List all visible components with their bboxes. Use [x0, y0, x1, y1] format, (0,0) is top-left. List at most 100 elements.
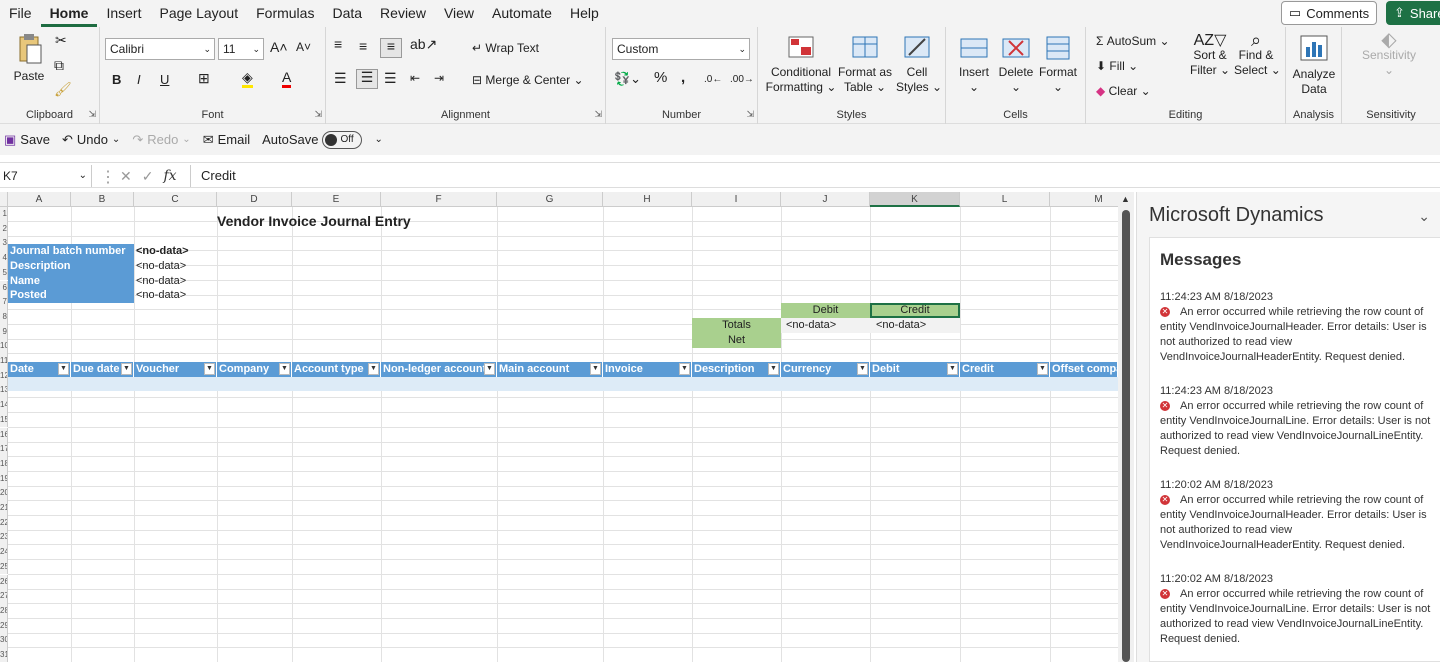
name-box[interactable]: K7 ⌄ — [0, 165, 92, 187]
align-center-icon[interactable]: ☰ — [356, 69, 378, 89]
row-header[interactable]: 30 — [0, 633, 8, 648]
table-row[interactable] — [8, 377, 1118, 391]
filter-dropdown-icon[interactable]: ▼ — [590, 363, 601, 375]
field-value[interactable]: <no-data> — [136, 244, 189, 258]
row-header[interactable]: 27 — [0, 589, 8, 604]
align-left-icon[interactable]: ☰ — [334, 71, 347, 86]
row-header[interactable]: 21 — [0, 501, 8, 516]
comma-style-icon[interactable]: , — [681, 70, 685, 85]
table-header[interactable]: Voucher ▼ — [134, 362, 217, 377]
table-header[interactable]: Main account ▼ — [497, 362, 603, 377]
format-painter-icon[interactable]: 🖌 — [54, 82, 72, 97]
table-header[interactable]: Company ▼ — [217, 362, 292, 377]
column-header[interactable]: D — [217, 192, 292, 207]
align-top-icon[interactable]: ≡ — [334, 37, 342, 52]
field-value[interactable]: <no-data> — [136, 274, 186, 288]
format-cells-button[interactable]: Format ⌄ — [1038, 35, 1078, 95]
row-header[interactable]: 2 — [0, 221, 8, 237]
vertical-scrollbar[interactable]: ▲ — [1118, 192, 1134, 662]
filter-dropdown-icon[interactable]: ▼ — [1037, 363, 1048, 375]
debit-header[interactable]: Debit — [781, 303, 870, 318]
filter-dropdown-icon[interactable]: ▼ — [947, 363, 958, 375]
menu-formulas[interactable]: Formulas — [247, 0, 323, 27]
menu-file[interactable]: File — [0, 0, 41, 27]
row-header[interactable]: 3 — [0, 236, 8, 252]
field-value[interactable]: <no-data> — [136, 288, 186, 302]
filter-dropdown-icon[interactable]: ▼ — [279, 363, 290, 375]
percent-icon[interactable]: % — [654, 70, 667, 85]
font-size-select[interactable]: 11 ⌄ — [218, 38, 264, 60]
cut-icon[interactable]: ✂ — [55, 33, 67, 48]
sheet-title[interactable]: Vendor Invoice Journal Entry — [217, 213, 411, 229]
net-label[interactable]: Net — [692, 333, 781, 348]
spreadsheet-grid[interactable]: A B C D E F G H I J K L M 12345678910111… — [0, 192, 1118, 662]
filter-dropdown-icon[interactable]: ▼ — [368, 363, 379, 375]
row-header[interactable]: 8 — [0, 309, 8, 325]
row-header[interactable]: 29 — [0, 618, 8, 634]
column-header[interactable]: J — [781, 192, 870, 207]
fill-button[interactable]: ⬇ Fill ⌄ — [1096, 59, 1138, 74]
launcher-icon[interactable]: ⇲ — [88, 109, 96, 120]
table-header[interactable]: Non-ledger account ▼ — [381, 362, 497, 377]
row-header[interactable]: 5 — [0, 265, 8, 281]
clear-button[interactable]: ◆ Clear ⌄ — [1096, 84, 1151, 99]
font-family-select[interactable]: Calibri ⌄ — [105, 38, 215, 60]
function-icon[interactable]: fx — [163, 168, 176, 184]
totals-label[interactable]: Totals — [692, 318, 781, 333]
column-header[interactable]: M — [1050, 192, 1118, 207]
align-bottom-icon[interactable]: ≡ — [380, 38, 402, 58]
menu-automate[interactable]: Automate — [483, 0, 561, 27]
row-header[interactable]: 18 — [0, 456, 8, 472]
row-header[interactable]: 17 — [0, 442, 8, 457]
field-label[interactable]: Name — [8, 274, 134, 288]
row-header[interactable]: 14 — [0, 398, 8, 413]
scroll-thumb[interactable] — [1122, 210, 1130, 662]
toggle-switch[interactable]: Off — [322, 130, 363, 149]
credit-total[interactable]: <no-data> — [870, 318, 960, 333]
autosave-toggle[interactable]: AutoSave Off — [262, 130, 363, 149]
increase-decimal-icon[interactable]: .0← — [704, 72, 722, 87]
launcher-icon[interactable]: ⇲ — [746, 109, 754, 120]
undo-button[interactable]: ↶ Undo ⌄ — [62, 132, 120, 148]
menu-data[interactable]: Data — [323, 0, 371, 27]
table-header[interactable]: Debit ▼ — [870, 362, 960, 377]
formula-input[interactable]: Credit — [190, 165, 1440, 187]
scroll-up-icon[interactable]: ▲ — [1121, 194, 1130, 204]
number-format-select[interactable]: Custom ⌄ — [612, 38, 750, 60]
menu-home[interactable]: Home — [40, 0, 98, 27]
wrap-text-button[interactable]: ↵ Wrap Text — [472, 41, 539, 56]
filter-dropdown-icon[interactable]: ▼ — [204, 363, 215, 375]
column-header[interactable]: H — [603, 192, 692, 207]
column-header[interactable]: E — [292, 192, 381, 207]
column-header[interactable]: C — [134, 192, 217, 207]
find-select-button[interactable]: ⌕ Find & Select ⌄ — [1234, 31, 1281, 78]
fill-color-icon[interactable]: ◈ — [242, 70, 253, 88]
borders-icon[interactable]: ⊞ — [198, 71, 210, 86]
table-header[interactable]: Date ▼ — [8, 362, 71, 377]
menu-insert[interactable]: Insert — [97, 0, 150, 27]
sensitivity-button[interactable]: ⬖ Sensitivity ⌄ — [1350, 30, 1428, 78]
chevron-down-icon[interactable]: ⌄ — [1418, 208, 1430, 225]
row-header[interactable]: 4 — [0, 251, 8, 266]
italic-icon[interactable]: I — [137, 72, 141, 87]
row-header[interactable]: 12 — [0, 368, 8, 384]
redo-button[interactable]: ↷ Redo ⌄ — [132, 132, 190, 148]
launcher-icon[interactable]: ⇲ — [314, 109, 322, 120]
field-label[interactable]: Description — [8, 259, 134, 274]
sort-filter-button[interactable]: AZ▽ Sort & Filter ⌄ — [1190, 33, 1230, 78]
bold-icon[interactable]: B — [112, 72, 121, 87]
format-as-table-button[interactable]: Format as Table ⌄ — [838, 35, 892, 95]
conditional-formatting-button[interactable]: Conditional Formatting ⌄ — [764, 35, 838, 95]
menu-help[interactable]: Help — [561, 0, 608, 27]
table-header[interactable]: Account type ▼ — [292, 362, 381, 377]
share-button[interactable]: ⇪ Share — [1386, 1, 1440, 25]
column-header-selected[interactable]: K — [870, 192, 960, 207]
row-header[interactable]: 23 — [0, 530, 8, 546]
decrease-font-icon[interactable]: A˅ — [296, 40, 311, 55]
increase-indent-icon[interactable]: ⇥ — [434, 71, 444, 86]
accounting-format-icon[interactable]: 💱⌄ — [614, 71, 641, 86]
row-header[interactable]: 13 — [0, 383, 8, 399]
row-header[interactable]: 9 — [0, 324, 8, 340]
cancel-icon[interactable]: ✕ — [120, 168, 132, 185]
row-header[interactable]: 10 — [0, 339, 8, 354]
